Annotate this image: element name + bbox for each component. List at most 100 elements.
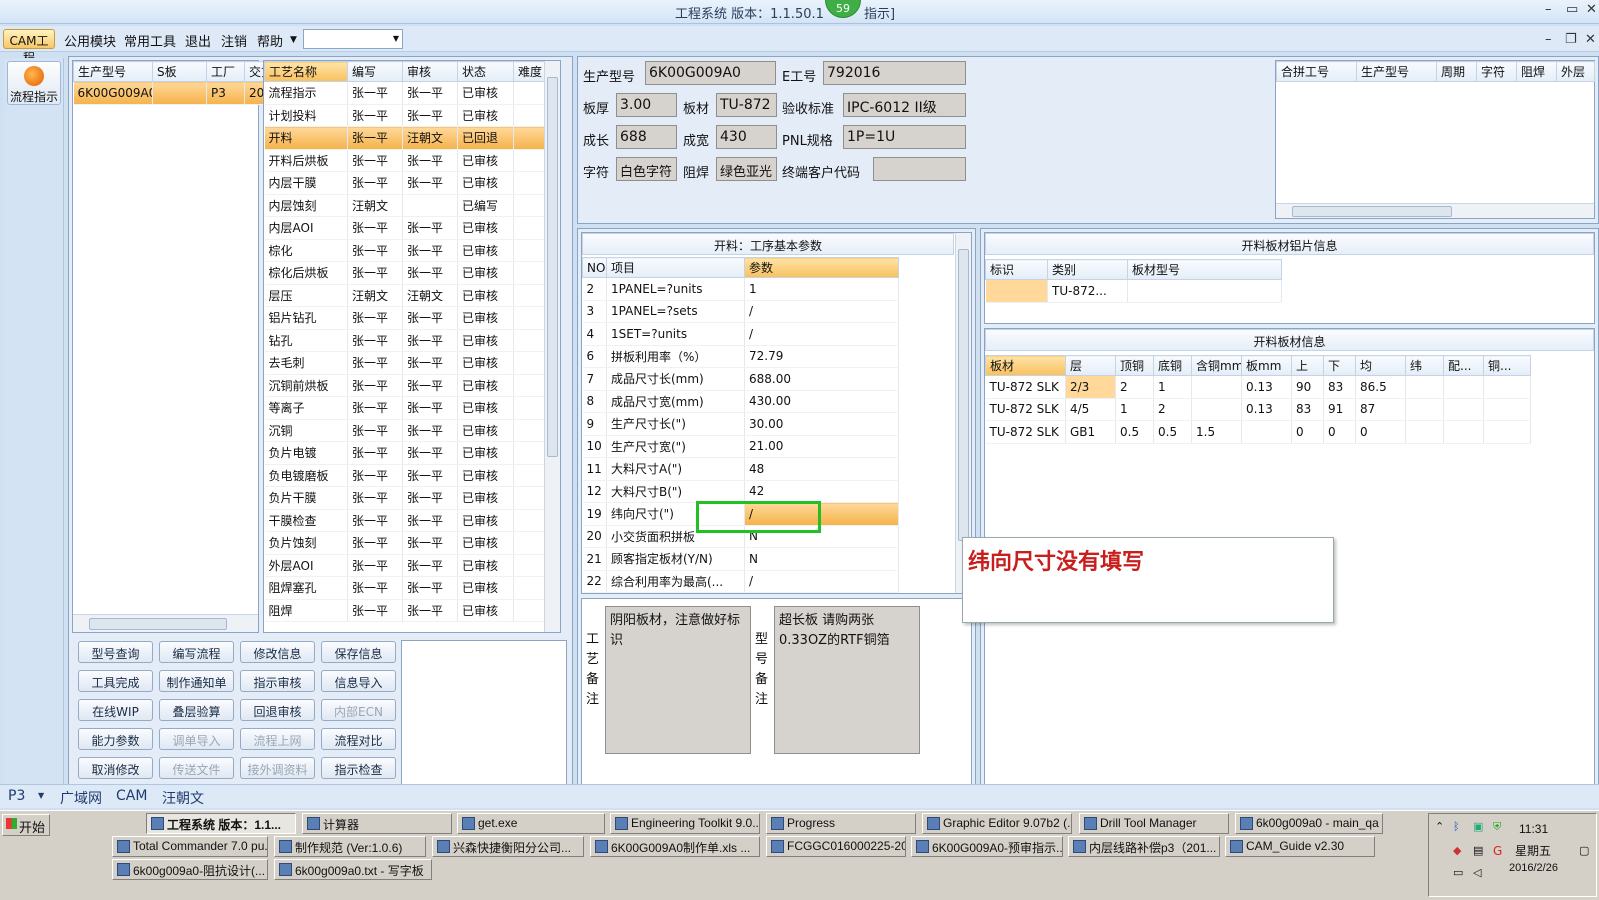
taskbar-item[interactable]: CAM_Guide v2.30: [1225, 836, 1375, 857]
shield-icon[interactable]: ⛨: [1493, 820, 1501, 834]
table-row[interactable]: 10 生产尺寸宽(") 21.00: [582, 435, 899, 458]
table-row[interactable]: 11 大料尺寸A(") 48: [582, 457, 899, 481]
action-button[interactable]: 流程对比: [321, 728, 396, 750]
col-header[interactable]: NO: [582, 257, 607, 278]
scroll-thumb[interactable]: [547, 77, 558, 457]
clock-time[interactable]: 11:31: [1519, 822, 1548, 836]
menu-public[interactable]: 公用模块: [64, 31, 116, 50]
bluetooth-icon[interactable]: ᛒ: [1453, 820, 1460, 833]
chevron-down-icon[interactable]: ▼: [38, 791, 44, 800]
table-row[interactable]: 12 大料尺寸B(") 42: [582, 480, 899, 503]
menu-exit[interactable]: 退出: [185, 31, 211, 50]
mdi-restore-icon[interactable]: ❐: [1565, 32, 1577, 47]
action-button[interactable]: 内部ECN: [321, 699, 396, 721]
table-row[interactable]: 阻焊 张一平 张一平 已审核: [264, 599, 545, 622]
minimize-icon[interactable]: –: [1545, 2, 1552, 17]
notification-icon[interactable]: ▢: [1579, 844, 1589, 857]
start-button[interactable]: 开始: [2, 814, 50, 836]
col-header[interactable]: 板材: [985, 355, 1066, 376]
action-button[interactable]: 取消修改: [78, 757, 153, 779]
action-button[interactable]: 传送文件: [159, 757, 234, 779]
col-s[interactable]: S板: [152, 61, 207, 82]
table-row[interactable]: 等离子 张一平 张一平 已审核: [264, 396, 545, 420]
flow-button[interactable]: 流程指示: [7, 61, 61, 105]
table-row[interactable]: 开料 张一平 汪朝文 已回退: [264, 126, 545, 150]
taskbar-item[interactable]: FCGGC016000225-20(6...: [766, 836, 906, 857]
action-button[interactable]: 指示审核: [240, 670, 315, 692]
table-row[interactable]: 21 顾客指定板材(Y/N) N: [582, 547, 899, 571]
action-button[interactable]: 制作通知单: [159, 670, 234, 692]
table-row[interactable]: 22 综合利用率为最高(... /: [582, 570, 899, 593]
cust-field[interactable]: [873, 157, 966, 181]
col-header[interactable]: 底铜: [1153, 355, 1192, 376]
col-type[interactable]: 类别: [1047, 259, 1128, 280]
col-header[interactable]: 板mm: [1241, 355, 1292, 376]
action-button[interactable]: 回退审核: [240, 699, 315, 721]
col-header[interactable]: 阻焊: [1516, 61, 1557, 82]
col-header[interactable]: 下: [1323, 355, 1356, 376]
table-row[interactable]: 去毛刺 张一平 张一平 已审核: [264, 351, 545, 375]
taskbar-item[interactable]: 6k00g009a0-阻抗设计(...: [112, 859, 268, 880]
table-row[interactable]: TU-872...: [985, 279, 1282, 303]
table-row[interactable]: 阻焊塞孔 张一平 张一平 已审核: [264, 576, 545, 600]
table-row[interactable]: 负片干膜 张一平 张一平 已审核: [264, 486, 545, 510]
col-header[interactable]: 编写: [347, 61, 403, 82]
menu-help[interactable]: 帮助: [257, 31, 283, 50]
table-row[interactable]: 6K00G009A0 P3 201: [73, 81, 275, 105]
merge-hscroll[interactable]: [1276, 203, 1594, 218]
table-row[interactable]: 8 成品尺寸宽(mm) 430.00: [582, 390, 899, 413]
table-row[interactable]: 7 成品尺寸长(mm) 688.00: [582, 367, 899, 391]
col-header[interactable]: 合拼工号: [1276, 61, 1357, 82]
action-button[interactable]: 能力参数: [78, 728, 153, 750]
col-header[interactable]: 含铜mm: [1191, 355, 1242, 376]
table-row[interactable]: 沉铜前烘板 张一平 张一平 已审核: [264, 374, 545, 397]
table-row[interactable]: 负片蚀刻 张一平 张一平 已审核: [264, 531, 545, 555]
mdi-close-icon[interactable]: ✕: [1585, 32, 1596, 47]
col-header[interactable]: 项目: [606, 257, 745, 278]
table-row[interactable]: 负片电镀 张一平 张一平 已审核: [264, 441, 545, 465]
table-row[interactable]: 4 1SET=?units /: [582, 322, 899, 346]
table-row[interactable]: 钻孔 张一平 张一平 已审核: [264, 329, 545, 352]
taskbar-item[interactable]: 兴森快捷衡阳分公司...: [432, 836, 584, 857]
model-note[interactable]: 超长板 请购两张0.33OZ的RTF铜箔: [774, 606, 920, 754]
col-header[interactable]: 生产型号: [1356, 61, 1437, 82]
col-factory[interactable]: 工厂: [206, 61, 245, 82]
menu-logout[interactable]: 注销: [221, 31, 247, 50]
taskbar-item[interactable]: 6k00g009a0 - main_qa: [1235, 813, 1383, 834]
status-plant[interactable]: P3: [8, 788, 25, 804]
network-icon[interactable]: ▣: [1473, 820, 1483, 833]
taskbar-item[interactable]: 计算器: [302, 813, 452, 834]
table-row[interactable]: 开料后烘板 张一平 张一平 已审核: [264, 149, 545, 172]
table-row[interactable]: 棕化后烘板 张一平 张一平 已审核: [264, 261, 545, 285]
table-row[interactable]: 内层AOI 张一平 张一平 已审核: [264, 216, 545, 240]
mdi-minimize-icon[interactable]: –: [1545, 32, 1552, 47]
taskbar-item[interactable]: Drill Tool Manager: [1079, 813, 1229, 834]
taskbar-item[interactable]: 内层线路补偿p3（201...: [1068, 836, 1220, 857]
table-row[interactable]: 计划投料 张一平 张一平 已审核: [264, 104, 545, 127]
action-button[interactable]: 流程上网: [240, 728, 315, 750]
device-icon[interactable]: ▤: [1473, 844, 1483, 857]
col-header[interactable]: 难度: [513, 61, 545, 82]
model-hscroll[interactable]: [73, 614, 258, 632]
col-header[interactable]: 纬: [1405, 355, 1444, 376]
action-button[interactable]: 工具完成: [78, 670, 153, 692]
action-button[interactable]: 叠层验算: [159, 699, 234, 721]
col-header[interactable]: 周期: [1436, 61, 1477, 82]
taskbar-item[interactable]: Engineering Toolkit 9.0...: [610, 813, 760, 834]
menu-dropdown-icon[interactable]: ▼: [290, 35, 297, 45]
col-header[interactable]: 审核: [402, 61, 458, 82]
menu-tools[interactable]: 常用工具: [124, 31, 176, 50]
model-field[interactable]: 6K00G009A0: [645, 61, 776, 85]
col-model[interactable]: 生产型号: [73, 61, 153, 82]
col-header[interactable]: 字符: [1476, 61, 1517, 82]
action-button[interactable]: 型号查询: [78, 641, 153, 663]
table-row[interactable]: 内层干膜 张一平 张一平 已审核: [264, 171, 545, 195]
action-button[interactable]: 信息导入: [321, 670, 396, 692]
col-header[interactable]: 配...: [1443, 355, 1484, 376]
table-row[interactable]: 负电镀磨板 张一平 张一平 已审核: [264, 464, 545, 487]
action-button[interactable]: 修改信息: [240, 641, 315, 663]
action-button[interactable]: 在线WIP: [78, 699, 153, 721]
table-row[interactable]: 层压 汪朝文 汪朝文 已审核: [264, 284, 545, 307]
table-row[interactable]: 2 1PANEL=?units 1: [582, 277, 899, 301]
monitor-icon[interactable]: ▭: [1453, 866, 1463, 879]
